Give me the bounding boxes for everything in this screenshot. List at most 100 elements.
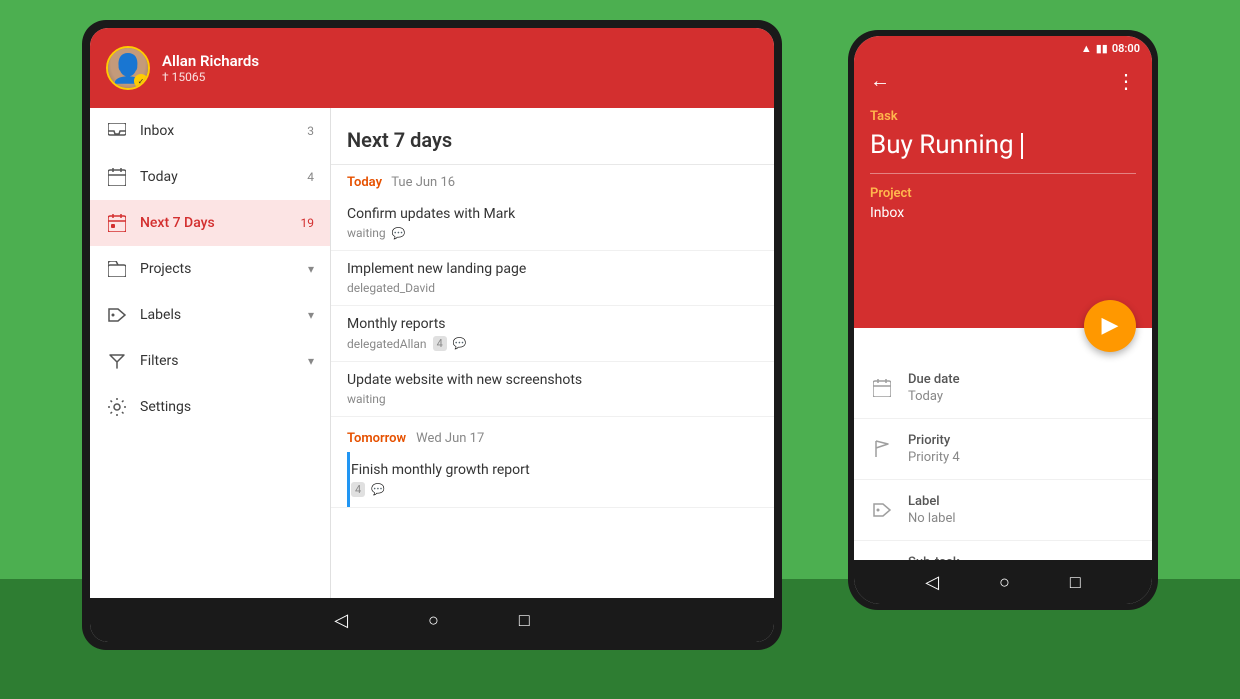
sidebar-label-inbox: Inbox <box>140 123 307 139</box>
tablet-header: ✓ Allan Richards † 15065 <box>90 28 774 108</box>
project-section-label: Project <box>870 186 1136 201</box>
sidebar-item-today[interactable]: Today 4 <box>90 154 330 200</box>
phone-status-bar: ▲ ▮▮ 08:00 <box>854 36 1152 60</box>
sidebar-item-projects[interactable]: Projects ▾ <box>90 246 330 292</box>
task-item[interactable]: Implement new landing page delegated_Dav… <box>331 251 774 306</box>
inbox-icon <box>106 120 128 142</box>
label-value: No label <box>908 511 1136 526</box>
tomorrow-date: Wed Jun 17 <box>416 431 484 446</box>
task-title: Update website with new screenshots <box>347 372 758 388</box>
comment-icon: 💬 <box>453 337 467 350</box>
labels-icon <box>106 304 128 326</box>
sidebar-item-labels[interactable]: Labels ▾ <box>90 292 330 338</box>
status-icons: ▲ ▮▮ 08:00 <box>1081 42 1140 55</box>
tablet-content: Inbox 3 Today 4 Next 7 Days <box>90 108 774 598</box>
square-button[interactable]: □ <box>519 610 530 631</box>
sidebar-label-settings: Settings <box>140 399 314 415</box>
task-item[interactable]: Finish monthly growth report 4 💬 <box>331 452 774 508</box>
filters-chevron[interactable]: ▾ <box>308 354 314 368</box>
sidebar-label-projects: Projects <box>140 261 304 277</box>
tablet-device: ✓ Allan Richards † 15065 Inbox 3 <box>82 20 782 650</box>
task-meta: 4 💬 <box>351 482 758 497</box>
due-date-row[interactable]: Due date Today <box>854 358 1152 419</box>
task-title: Finish monthly growth report <box>351 462 758 478</box>
task-meta: delegatedAllan 4 💬 <box>347 336 758 351</box>
comment-icon: 💬 <box>392 227 406 240</box>
task-item[interactable]: Update website with new screenshots wait… <box>331 362 774 417</box>
sidebar-label-labels: Labels <box>140 307 304 323</box>
sidebar-item-inbox[interactable]: Inbox 3 <box>90 108 330 154</box>
task-title: Confirm updates with Mark <box>347 206 758 222</box>
user-info: Allan Richards † 15065 <box>162 52 259 84</box>
due-date-value: Today <box>908 389 1136 404</box>
settings-icon <box>106 396 128 418</box>
sidebar-label-today: Today <box>140 169 307 185</box>
phone-task-details: Due date Today Priority Priority 4 <box>854 328 1152 561</box>
task-badge: 4 <box>351 482 365 497</box>
avatar: ✓ <box>106 46 150 90</box>
project-value: Inbox <box>870 205 1136 221</box>
label-title: Label <box>908 494 1136 509</box>
priority-content: Priority Priority 4 <box>908 433 1136 465</box>
phone-device: ▲ ▮▮ 08:00 ← ⋮ Task Buy Running Project … <box>848 30 1158 610</box>
priority-value: Priority 4 <box>908 450 1136 465</box>
due-date-content: Due date Today <box>908 372 1136 404</box>
projects-chevron[interactable]: ▾ <box>308 262 314 276</box>
task-section-label: Task <box>870 109 1136 124</box>
task-title: Implement new landing page <box>347 261 758 277</box>
today-icon <box>106 166 128 188</box>
task-title-large: Buy Running <box>870 130 1136 174</box>
main-task-list: Next 7 days Today Tue Jun 16 Confirm upd… <box>330 108 774 598</box>
task-title: Monthly reports <box>347 316 758 332</box>
sidebar: Inbox 3 Today 4 Next 7 Days <box>90 108 330 598</box>
task-meta: waiting 💬 <box>347 226 758 240</box>
task-meta-text: waiting <box>347 226 386 240</box>
priority-title: Priority <box>908 433 1136 448</box>
calendar-icon <box>870 376 894 400</box>
label-icon <box>870 498 894 522</box>
task-bar <box>347 452 350 507</box>
phone-home-nav[interactable]: ○ <box>999 572 1010 593</box>
main-title: Next 7 days <box>331 108 774 165</box>
time-display: 08:00 <box>1112 42 1140 55</box>
tomorrow-section-header: Tomorrow Wed Jun 17 <box>331 417 774 452</box>
task-item[interactable]: Monthly reports delegatedAllan 4 💬 <box>331 306 774 362</box>
phone-header: ← ⋮ <box>854 60 1152 109</box>
due-date-title: Due date <box>908 372 1136 387</box>
filters-icon <box>106 350 128 372</box>
text-cursor <box>1021 133 1023 159</box>
karma-badge: ✓ <box>134 74 148 88</box>
today-label: Today <box>347 175 382 190</box>
user-name: Allan Richards <box>162 52 259 70</box>
subtask-row[interactable]: Sub-task No level <box>854 541 1152 561</box>
sidebar-item-next7days[interactable]: Next 7 Days 19 <box>90 200 330 246</box>
phone-nav-bar: ◁ ○ □ <box>854 560 1152 604</box>
phone-back-nav[interactable]: ◁ <box>925 572 939 593</box>
task-meta-text: waiting <box>347 392 386 406</box>
fab-icon: ▶ <box>1102 313 1119 338</box>
tomorrow-label: Tomorrow <box>347 431 406 446</box>
sidebar-item-filters[interactable]: Filters ▾ <box>90 338 330 384</box>
projects-icon <box>106 258 128 280</box>
signal-icon: ▲ <box>1081 42 1092 55</box>
task-item[interactable]: Confirm updates with Mark waiting 💬 <box>331 196 774 251</box>
fab-submit-button[interactable]: ▶ <box>1084 300 1136 352</box>
comment-icon: 💬 <box>371 483 385 496</box>
label-row[interactable]: Label No label <box>854 480 1152 541</box>
task-meta: delegated_David <box>347 281 758 295</box>
flag-icon <box>870 437 894 461</box>
tablet-nav-bar: ◁ ○ □ <box>90 598 774 642</box>
phone-more-button[interactable]: ⋮ <box>1116 69 1136 93</box>
task-meta-text: delegated_David <box>347 281 435 295</box>
label-content: Label No label <box>908 494 1136 526</box>
home-button[interactable]: ○ <box>428 610 439 631</box>
back-button[interactable]: ◁ <box>334 610 348 631</box>
phone-back-button[interactable]: ← <box>870 68 890 93</box>
priority-row[interactable]: Priority Priority 4 <box>854 419 1152 480</box>
labels-chevron[interactable]: ▾ <box>308 308 314 322</box>
task-badge: 4 <box>433 336 447 351</box>
sidebar-item-settings[interactable]: Settings <box>90 384 330 430</box>
phone-square-nav[interactable]: □ <box>1070 572 1081 593</box>
battery-icon: ▮▮ <box>1096 42 1108 55</box>
phone-task-detail-header: Task Buy Running Project Inbox ▶ <box>854 109 1152 328</box>
